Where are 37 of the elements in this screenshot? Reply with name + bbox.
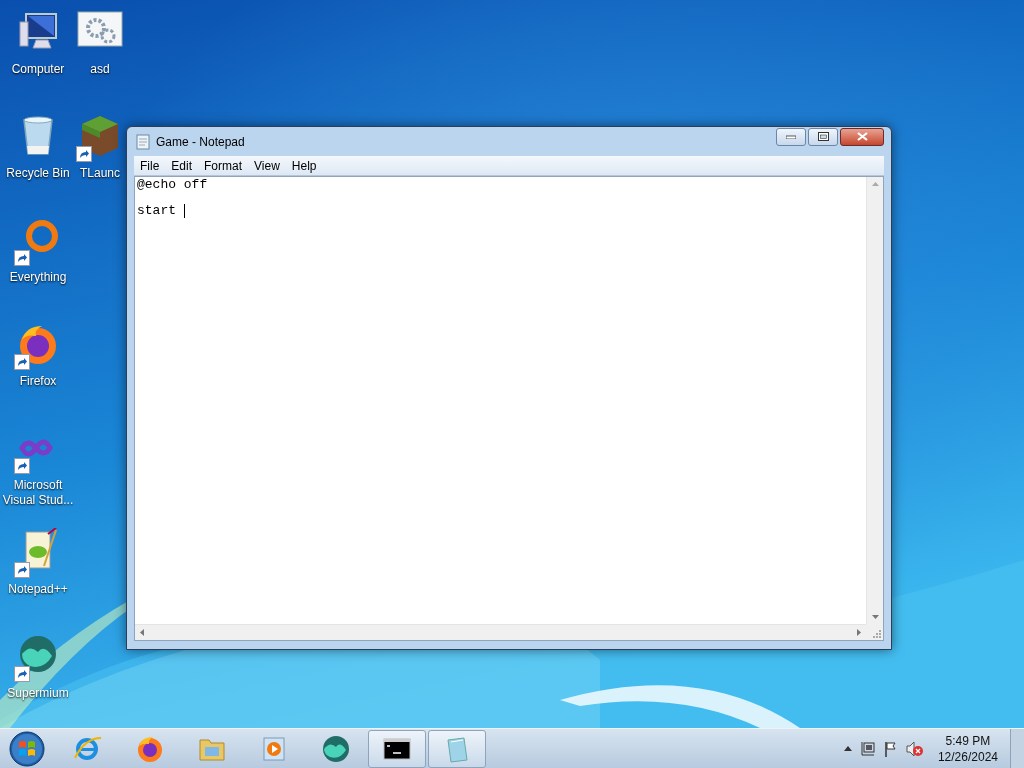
menu-item[interactable]: File xyxy=(134,156,166,175)
close-icon xyxy=(856,132,868,141)
clock-time[interactable]: 5:49 PM xyxy=(945,732,991,749)
icon-label[interactable]: asd xyxy=(90,62,110,77)
scroll-right-icon[interactable] xyxy=(857,629,861,636)
horizontal-scrollbar[interactable] xyxy=(135,624,866,640)
clock-date[interactable]: 12/26/2024 xyxy=(937,748,998,765)
maximize-icon xyxy=(817,132,829,141)
taskbar-button[interactable] xyxy=(368,729,426,768)
show-hidden-icons-icon[interactable] xyxy=(843,746,852,751)
vertical-scrollbar[interactable] xyxy=(866,177,883,624)
scroll-left-icon[interactable] xyxy=(140,629,144,636)
icon-label[interactable]: Recycle Bin xyxy=(0,166,76,181)
resize-grip-icon[interactable] xyxy=(873,630,881,638)
menu-item[interactable]: View xyxy=(248,156,286,175)
menu-item[interactable]: Edit xyxy=(165,156,199,175)
icon-label[interactable]: Microsoft Visual Stud... xyxy=(0,478,76,508)
icon-label[interactable]: Firefox xyxy=(0,374,76,389)
icon-label[interactable]: Everything xyxy=(0,270,76,285)
flag-icon[interactable] xyxy=(883,740,898,757)
text-line: @echo off xyxy=(137,178,208,191)
close-button[interactable] xyxy=(840,127,884,146)
menu-item[interactable]: Help xyxy=(285,156,323,175)
network-icon[interactable] xyxy=(859,740,876,757)
scroll-down-icon[interactable] xyxy=(871,615,879,619)
notepad-icon xyxy=(136,133,150,150)
window-title: Game - Notepad xyxy=(156,133,245,151)
icon-label[interactable]: Computer xyxy=(0,62,76,77)
icon-label[interactable]: TLaunc xyxy=(80,166,120,181)
menu-item[interactable]: Format xyxy=(198,156,249,175)
speaker-muted-icon[interactable] xyxy=(905,740,924,757)
start-button[interactable] xyxy=(8,729,46,768)
text-caret xyxy=(183,203,185,218)
maximize-button[interactable] xyxy=(808,127,838,146)
text-line: start xyxy=(137,204,177,217)
sphere-icon[interactable] xyxy=(321,733,351,764)
minimize-icon xyxy=(786,134,796,139)
